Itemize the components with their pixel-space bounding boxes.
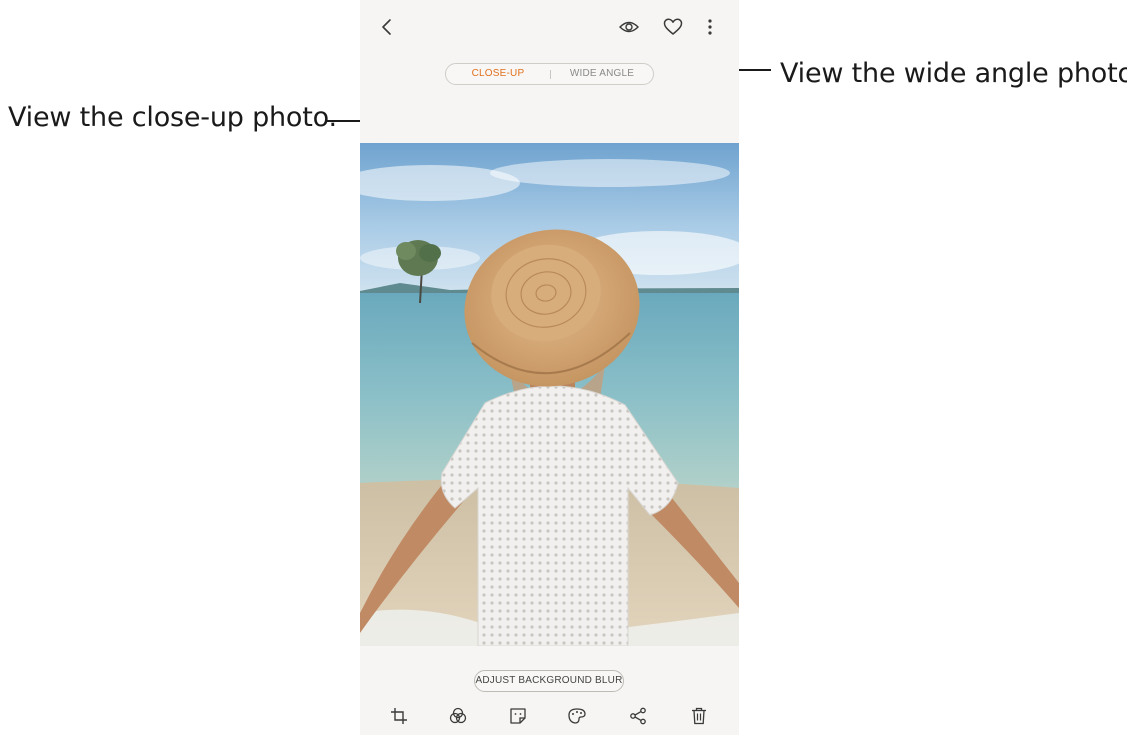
wide-angle-callout: View the wide angle photo. xyxy=(780,58,1127,89)
favorite-button[interactable] xyxy=(660,14,686,40)
share-icon xyxy=(630,707,646,725)
crop-icon xyxy=(391,708,407,724)
closeup-callout: View the close-up photo. xyxy=(8,102,337,133)
more-options-button[interactable] xyxy=(700,14,720,40)
back-icon xyxy=(382,19,391,35)
draw-icon xyxy=(568,708,586,724)
photo xyxy=(360,143,739,646)
closeup-tab[interactable]: CLOSE-UP xyxy=(446,64,550,84)
crop-button[interactable] xyxy=(387,704,411,728)
heart-icon xyxy=(663,18,683,35)
sticker-button[interactable] xyxy=(506,704,530,728)
filter-icon xyxy=(449,707,467,724)
beach-photo xyxy=(360,143,739,646)
view-switch: CLOSE-UP WIDE ANGLE xyxy=(445,63,654,85)
view-icon xyxy=(619,21,639,33)
bottom-toolbar xyxy=(360,700,739,732)
adjust-background-blur-button[interactable]: ADJUST BACKGROUND BLUR xyxy=(474,670,624,692)
draw-button[interactable] xyxy=(565,704,589,728)
filter-button[interactable] xyxy=(446,704,470,728)
back-button[interactable] xyxy=(374,14,400,40)
view-button[interactable] xyxy=(616,14,642,40)
wide-angle-tab[interactable]: WIDE ANGLE xyxy=(550,64,654,84)
more-options-icon xyxy=(708,19,712,35)
top-toolbar xyxy=(360,0,739,52)
share-button[interactable] xyxy=(626,704,650,728)
delete-button[interactable] xyxy=(687,704,711,728)
sticker-icon xyxy=(510,708,526,724)
delete-icon xyxy=(692,707,706,725)
gallery-viewer-screen: CLOSE-UP WIDE ANGLE ADJUST BACKGROUND BL… xyxy=(360,0,739,735)
